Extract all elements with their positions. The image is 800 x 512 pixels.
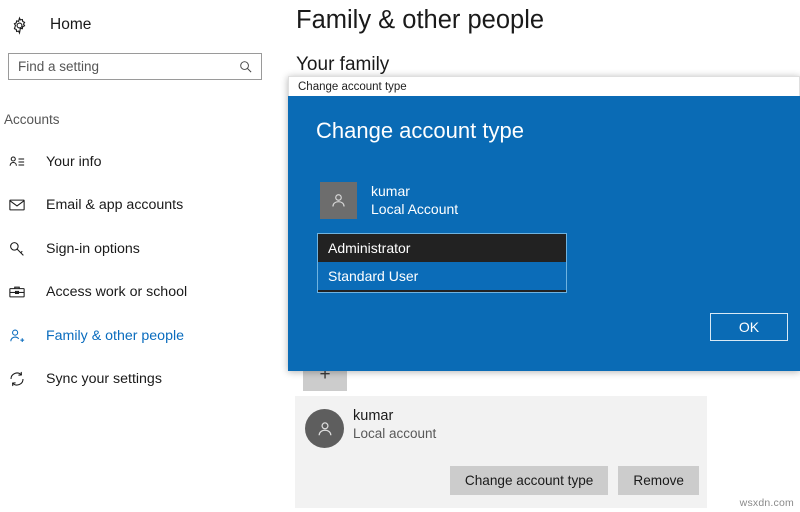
- dropdown-option-administrator[interactable]: Administrator: [318, 234, 566, 262]
- user-card-name: kumar: [353, 408, 393, 424]
- sidebar-nav-list: Your info Email & app accounts Sign-in o…: [0, 146, 288, 407]
- person-add-icon: [6, 325, 28, 347]
- sidebar-item-family-other-people[interactable]: Family & other people: [0, 320, 288, 351]
- section-heading-your-family: Your family: [296, 54, 389, 76]
- sidebar-item-label: Your info: [46, 154, 101, 170]
- sidebar-item-label: Sync your settings: [46, 371, 162, 387]
- user-card-actions: Change account type Remove: [450, 466, 699, 495]
- briefcase-icon: [6, 281, 28, 303]
- sidebar-item-sync-your-settings[interactable]: Sync your settings: [0, 364, 288, 395]
- watermark: wsxdn.com: [740, 497, 794, 509]
- sidebar-home-label: Home: [50, 16, 91, 34]
- dropdown-option-standard-user[interactable]: Standard User: [318, 262, 566, 290]
- account-type-dropdown[interactable]: Administrator Standard User: [317, 233, 567, 293]
- key-icon: [6, 238, 28, 260]
- search-input[interactable]: [9, 54, 233, 79]
- page-title: Family & other people: [296, 6, 544, 35]
- sidebar-item-access-work-school[interactable]: Access work or school: [0, 277, 288, 308]
- sidebar-section-label: Accounts: [4, 112, 60, 127]
- dialog-account-row: kumar Local Account: [320, 182, 458, 219]
- person-list-icon: [6, 151, 28, 173]
- sidebar-item-label: Access work or school: [46, 284, 187, 300]
- sidebar-item-your-info[interactable]: Your info: [0, 146, 288, 177]
- remove-account-button[interactable]: Remove: [618, 466, 699, 495]
- sidebar-item-home[interactable]: Home: [8, 12, 91, 38]
- envelope-icon: [6, 194, 28, 216]
- dialog-titlebar[interactable]: Change account type: [288, 76, 800, 96]
- sync-icon: [6, 368, 28, 390]
- sidebar-item-label: Family & other people: [46, 328, 184, 344]
- dialog-heading: Change account type: [316, 118, 524, 144]
- dialog-titlebar-label: Change account type: [298, 81, 407, 93]
- search-icon[interactable]: [233, 54, 261, 79]
- sidebar-item-label: Sign-in options: [46, 241, 140, 257]
- dialog-body: Change account type kumar Local Account …: [288, 96, 800, 371]
- sidebar-item-email-app-accounts[interactable]: Email & app accounts: [0, 190, 288, 221]
- sidebar-item-label: Email & app accounts: [46, 197, 183, 213]
- user-card-subtitle: Local account: [353, 426, 436, 441]
- search-box[interactable]: [8, 53, 262, 80]
- change-account-type-dialog: Change account type Change account type …: [288, 76, 800, 371]
- dialog-account-text: kumar Local Account: [371, 183, 458, 219]
- person-avatar-icon: [320, 182, 357, 219]
- user-account-card: kumar Local account Change account type …: [295, 396, 707, 508]
- change-account-type-button[interactable]: Change account type: [450, 466, 608, 495]
- ok-button[interactable]: OK: [710, 313, 788, 341]
- sidebar-item-sign-in-options[interactable]: Sign-in options: [0, 233, 288, 264]
- dialog-account-type: Local Account: [371, 201, 458, 219]
- person-avatar-icon: [305, 409, 344, 448]
- settings-sidebar: Home Accounts Your info: [0, 0, 288, 512]
- dialog-account-name: kumar: [371, 183, 458, 201]
- gear-icon: [8, 14, 30, 36]
